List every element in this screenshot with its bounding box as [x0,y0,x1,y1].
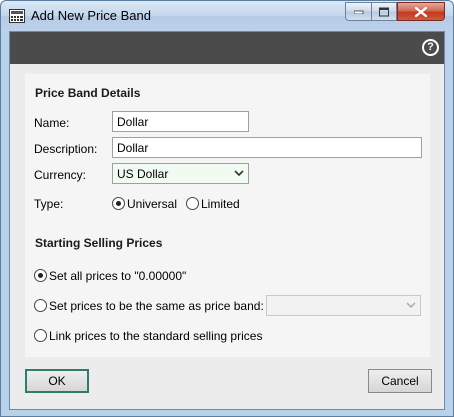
minimize-button[interactable] [345,2,372,21]
chevron-down-icon [406,302,416,309]
type-limited-label[interactable]: Limited [201,197,240,211]
dialog-body: ? Price Band Details Name: Dollar Descri… [9,31,445,410]
description-label: Description: [34,142,98,156]
calculator-icon [9,9,25,23]
currency-label: Currency: [34,168,87,182]
price-option-same-band-radio[interactable] [34,299,47,312]
price-band-select[interactable] [266,295,421,316]
form-panel: Price Band Details Name: Dollar Descript… [25,74,430,357]
ok-button[interactable]: OK [25,369,89,393]
name-label: Name: [34,116,70,130]
maximize-button[interactable] [371,2,397,21]
chevron-down-icon [234,170,244,177]
price-option-zero-label[interactable]: Set all prices to "0.00000" [49,269,186,283]
price-option-zero-radio[interactable] [34,269,47,282]
close-button[interactable] [397,2,445,21]
close-icon [415,6,427,17]
type-label: Type: [34,197,64,211]
type-universal-radio[interactable] [112,197,125,210]
price-option-link-radio[interactable] [34,329,47,342]
name-field[interactable]: Dollar [112,111,249,132]
description-field[interactable]: Dollar [112,137,422,158]
title-bar[interactable]: Add New Price Band [1,1,453,31]
section-title-details: Price Band Details [35,86,141,100]
type-universal-label[interactable]: Universal [127,197,177,211]
maximize-icon [379,7,389,16]
type-limited-radio[interactable] [186,197,199,210]
help-icon[interactable]: ? [422,39,439,56]
dialog-footer: OK Cancel [10,364,444,409]
currency-select-value: US Dollar [117,167,169,181]
currency-select[interactable]: US Dollar [112,163,249,184]
minimize-icon [353,10,363,14]
price-option-same-band-label[interactable]: Set prices to be the same as price band: [49,299,264,313]
window-title: Add New Price Band [31,8,151,23]
price-option-link-label[interactable]: Link prices to the standard selling pric… [49,329,262,343]
cancel-button[interactable]: Cancel [368,369,432,393]
section-title-prices: Starting Selling Prices [35,236,163,250]
dialog-window: Add New Price Band ? Price Band Details … [0,0,454,417]
header-band: ? [10,32,444,64]
